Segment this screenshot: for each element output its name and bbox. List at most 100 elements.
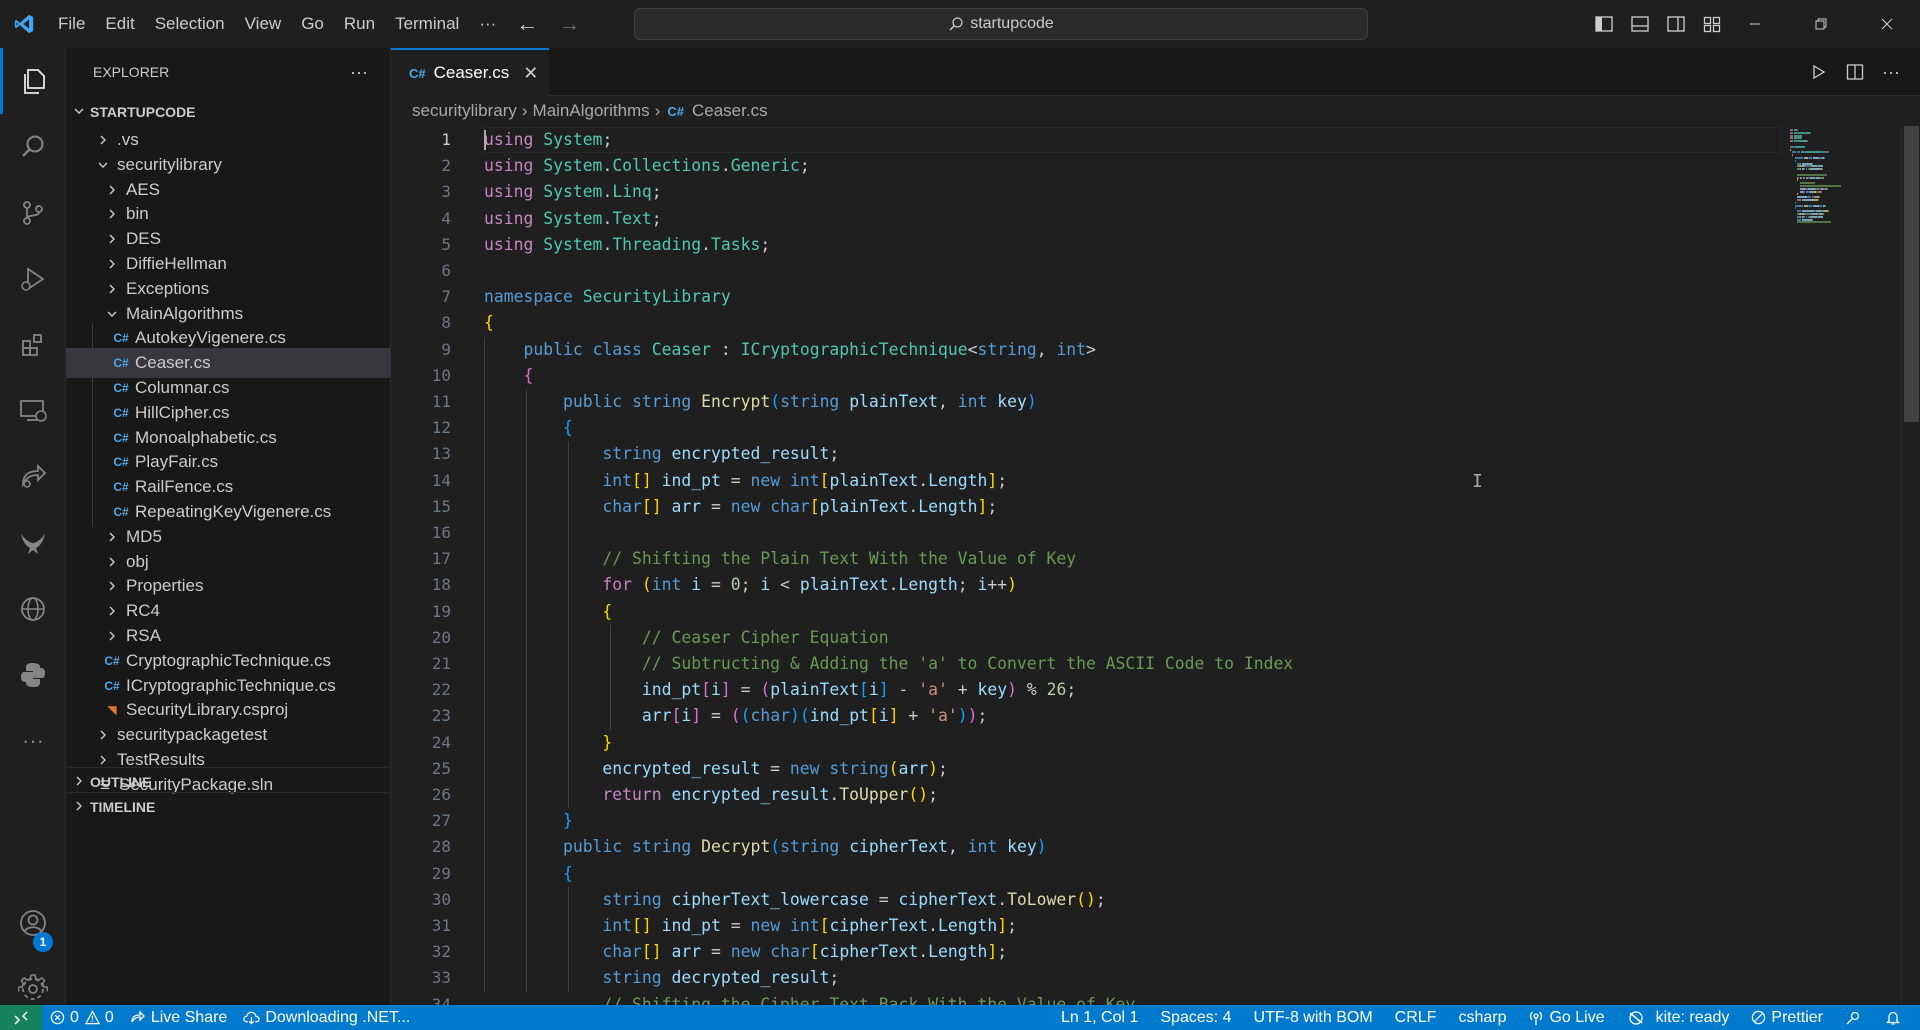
split-editor-icon[interactable] [1837,48,1873,96]
breadcrumb-item[interactable]: Ceaser.cs [692,101,768,121]
menu-go[interactable]: Go [291,0,334,48]
code-line[interactable]: // Shifting the Cipher Text Back With th… [484,992,1135,1005]
code-line[interactable]: // Subtructing & Adding the 'a' to Conve… [484,651,1293,677]
code-line[interactable]: using System.Collections.Generic; [484,153,810,179]
live-share-icon[interactable] [0,444,66,510]
code-token: using [484,235,534,254]
code-line[interactable]: { [484,599,612,625]
menu-run[interactable]: Run [334,0,385,48]
explorer-icon[interactable] [0,48,66,114]
remote-explorer-icon[interactable] [0,378,66,444]
command-center-search[interactable]: startupcode [634,8,1368,40]
close-icon[interactable]: ✕ [523,63,538,84]
menu-terminal[interactable]: Terminal [385,0,469,48]
outline-section[interactable]: OUTLINE [66,767,391,795]
close-window-icon[interactable] [1854,0,1920,48]
toggle-secondary-sidebar-icon[interactable] [1658,0,1694,48]
code-token: char [770,497,810,516]
code-line[interactable]: char[] arr = new char[plainText.Length]; [484,494,997,520]
timeline-section[interactable]: TIMELINE [66,792,391,820]
toggle-panel-icon[interactable] [1622,0,1658,48]
python-icon[interactable] [0,642,66,708]
code-line[interactable]: } [484,730,612,756]
code-line[interactable]: string decrypted_result; [484,965,839,991]
menu-file[interactable]: File [48,0,95,48]
scrollbar-thumb[interactable] [1904,126,1919,422]
code-line[interactable]: { [484,861,573,887]
code-line[interactable]: // Ceaser Cipher Equation [484,625,889,651]
indentation[interactable]: Spaces: 4 [1149,1005,1242,1030]
code-line[interactable]: namespace SecurityLibrary [484,284,731,310]
remote-indicator[interactable] [0,1005,42,1030]
globe-icon[interactable] [0,576,66,642]
toggle-primary-sidebar-icon[interactable] [1586,0,1622,48]
minimap[interactable] [1781,126,1901,1005]
back-arrow-icon[interactable]: ← [506,11,548,37]
code-line[interactable]: using System.Text; [484,206,662,232]
live-share-status[interactable]: Live Share [122,1005,236,1030]
code-line[interactable]: // Shifting the Plain Text With the Valu… [484,546,1076,572]
menu-edit[interactable]: Edit [95,0,144,48]
tab-ceaser-cs[interactable]: C# Ceaser.cs ✕ [391,48,549,96]
code-line[interactable]: arr[i] = ((char)(ind_pt[i] + 'a')); [484,703,988,729]
code-line[interactable]: string cipherText_lowercase = cipherText… [484,887,1105,913]
problems-indicator[interactable]: 0 0 [42,1005,122,1030]
code-line[interactable]: char[] arr = new char[cipherText.Length]… [484,939,1007,965]
code-token: key [997,392,1027,411]
code-line[interactable]: { [484,415,573,441]
feedback-icon[interactable] [1834,1005,1877,1030]
run-debug-icon[interactable] [0,246,66,312]
workspace-root[interactable]: STARTUPCODE [66,98,391,126]
source-control-icon[interactable] [0,180,66,246]
menu-more-button[interactable]: ··· [469,14,506,34]
code-token: cipherText [849,837,948,856]
prettier-status[interactable]: Prettier [1740,1005,1834,1030]
more-icon[interactable]: ··· [0,708,66,774]
code-line[interactable]: public string Encrypt(string plainText, … [484,389,1037,415]
code-line[interactable]: string encrypted_result; [484,441,839,467]
restore-icon[interactable] [1788,0,1854,48]
vertical-scrollbar[interactable] [1901,126,1920,1005]
code-line[interactable]: using System.Threading.Tasks; [484,232,770,258]
code-line[interactable]: public string Decrypt(string cipherText,… [484,834,1047,860]
code-token: { [523,366,534,385]
code-line[interactable]: int[] ind_pt = new int[plainText.Length]… [484,468,1007,494]
code-line[interactable]: ind_pt[i] = (plainText[i] - 'a' + key) %… [484,677,1076,703]
cursor-position[interactable]: Ln 1, Col 1 [1050,1005,1149,1030]
menu-selection[interactable]: Selection [145,0,235,48]
code-token: ) [957,706,968,725]
language-mode[interactable]: csharp [1447,1005,1517,1030]
phoenix-icon[interactable] [0,510,66,576]
search-icon[interactable] [0,114,66,180]
breadcrumb-item[interactable]: MainAlgorithms [533,101,650,121]
code-line[interactable]: public class Ceaser : ICryptographicTech… [484,337,1095,363]
minimize-icon[interactable] [1722,0,1788,48]
accounts-icon[interactable]: 1 [0,890,66,956]
code-line[interactable]: { [484,310,494,336]
end-of-line[interactable]: CRLF [1384,1005,1448,1030]
downloading-status[interactable]: Downloading .NET... [235,1005,418,1030]
extensions-icon[interactable] [0,312,66,378]
code-line[interactable]: } [484,808,573,834]
code-line[interactable]: return encrypted_result.ToUpper(); [484,782,938,808]
code-line[interactable]: using System.Linq; [484,179,662,205]
run-code-icon[interactable] [1801,48,1837,96]
editor-more-icon[interactable]: ··· [1873,48,1909,96]
tree-item-label: DiffieHellman [126,254,227,273]
go-live-button[interactable]: Go Live [1517,1005,1615,1030]
explorer-more-button[interactable]: ··· [350,62,368,83]
kite-status[interactable]: kite: ready [1616,1005,1741,1030]
code-token: using [484,130,534,149]
code-editor[interactable]: 1 2 3 4 5 6 7 8 9 10 11 12 13 14 15 16 17 18 19 20 21 22 23 24 2… [391,126,1920,1005]
menu-view[interactable]: View [235,0,292,48]
notifications-bell-icon[interactable] [1877,1005,1920,1030]
code-line[interactable]: encrypted_result = new string(arr); [484,756,947,782]
forward-arrow-icon[interactable]: → [548,11,590,37]
encoding[interactable]: UTF-8 with BOM [1243,1005,1384,1030]
code-line[interactable]: for (int i = 0; i < plainText.Length; i+… [484,572,1017,598]
code-line[interactable]: int[] ind_pt = new int[cipherText.Length… [484,913,1017,939]
code-line[interactable]: { [484,363,533,389]
breadcrumb-item[interactable]: securitylibrary [412,101,517,121]
code-line[interactable]: using System; [484,127,612,153]
